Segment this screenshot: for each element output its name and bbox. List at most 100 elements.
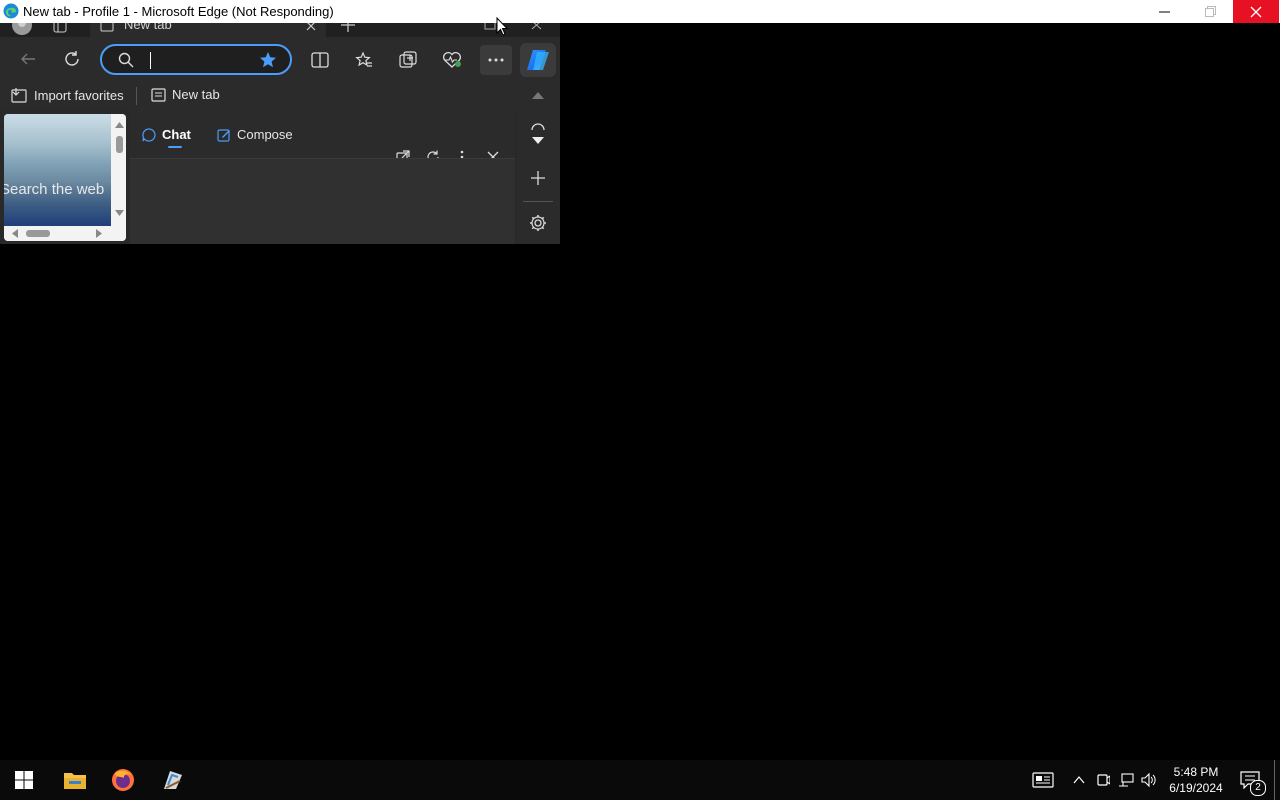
close-window-button[interactable] <box>1233 0 1279 23</box>
collections-button[interactable] <box>393 45 423 75</box>
minimize-icon <box>1158 11 1170 13</box>
tab-new-tab[interactable]: New tab <box>90 23 326 37</box>
close-icon <box>1250 6 1262 17</box>
sidebar-scroll-up-icon[interactable] <box>532 91 544 99</box>
browser-window: New tab Import favorites New tab Search … <box>0 23 560 244</box>
page-icon <box>151 87 166 102</box>
close-icon[interactable] <box>531 23 542 30</box>
sidebar-divider <box>523 201 553 202</box>
app-taskbar-button[interactable] <box>149 760 197 800</box>
file-explorer-taskbar-button[interactable] <box>51 760 99 800</box>
copilot-icon <box>527 50 549 70</box>
heart-pulse-icon <box>442 51 462 68</box>
news-icon <box>1032 772 1054 788</box>
page-content-preview: Search the web <box>4 114 126 241</box>
firefox-taskbar-button[interactable] <box>99 760 147 800</box>
refresh-button[interactable] <box>57 44 87 74</box>
import-favorites-icon <box>11 88 27 103</box>
volume-button[interactable] <box>1140 760 1158 800</box>
restore-icon <box>1204 6 1216 17</box>
scroll-left-icon[interactable] <box>12 229 18 238</box>
chat-icon <box>142 127 156 142</box>
favorites-button[interactable] <box>349 45 379 75</box>
show-hidden-icons-button[interactable] <box>1070 760 1088 800</box>
tab-label: New tab <box>124 23 172 32</box>
pane-header: Chat Compose <box>130 109 515 164</box>
meet-now-icon <box>1097 774 1110 786</box>
compose-tab-label: Compose <box>237 127 293 142</box>
import-favorites-link[interactable]: Import favorites <box>11 87 124 103</box>
network-icon <box>1119 773 1134 787</box>
search-the-web-text[interactable]: Search the web <box>4 181 104 198</box>
scroll-right-icon[interactable] <box>96 229 102 238</box>
sidebar-scroll-down-icon[interactable] <box>532 137 544 145</box>
chat-tab-indicator <box>168 146 182 148</box>
add-sidebar-app-icon[interactable] <box>530 170 546 186</box>
scroll-up-icon[interactable] <box>115 122 124 128</box>
app-icon <box>164 771 182 789</box>
favorite-star-icon[interactable] <box>259 51 277 69</box>
back-button[interactable] <box>13 44 43 74</box>
minimize-button[interactable] <box>1141 0 1187 23</box>
horizontal-scrollbar[interactable] <box>4 226 126 241</box>
split-screen-icon <box>311 52 329 68</box>
tab-actions-icon[interactable] <box>53 23 67 33</box>
background-image <box>4 114 111 226</box>
speaker-icon <box>1141 773 1156 787</box>
meet-now-button[interactable] <box>1094 760 1112 800</box>
tab-page-icon <box>100 23 114 32</box>
tab-strip: New tab <box>0 23 560 37</box>
edge-sidebar <box>517 81 560 244</box>
network-button[interactable] <box>1117 760 1135 800</box>
favorites-bar: Import favorites New tab <box>0 81 520 109</box>
pane-content <box>130 158 515 244</box>
edge-logo-icon <box>3 3 19 19</box>
start-button[interactable] <box>0 760 48 800</box>
tab-compose[interactable]: Compose <box>217 127 293 142</box>
sidebar-settings-gear-icon[interactable] <box>529 214 547 232</box>
browser-essentials-button[interactable] <box>437 45 467 75</box>
scroll-down-icon[interactable] <box>115 210 124 216</box>
clock-time: 5:48 PM <box>1173 765 1219 779</box>
news-and-interests-button[interactable] <box>1030 760 1056 800</box>
collections-icon <box>399 51 417 68</box>
sidebar-partial-icon <box>531 123 545 131</box>
windows-logo-icon <box>15 771 33 789</box>
new-tab-icon[interactable] <box>341 23 355 32</box>
close-tab-icon[interactable] <box>306 23 316 31</box>
profile-avatar-icon[interactable] <box>12 23 32 35</box>
mouse-cursor-icon <box>496 17 508 36</box>
refresh-icon <box>65 51 79 66</box>
back-arrow-icon <box>21 53 35 65</box>
chevron-up-icon <box>1073 776 1085 784</box>
window-title-bar: New tab - Profile 1 - Microsoft Edge (No… <box>0 0 1280 23</box>
scrollbar-thumb[interactable] <box>116 136 123 153</box>
copilot-sidebar-pane: Chat Compose <box>130 109 515 244</box>
vertical-scrollbar[interactable] <box>113 114 126 226</box>
action-center-button[interactable]: 2 <box>1236 760 1266 800</box>
taskbar-clock[interactable]: 5:48 PM 6/19/2024 <box>1160 764 1232 796</box>
favorites-divider <box>136 87 137 105</box>
maximize-icon[interactable] <box>484 23 496 30</box>
copilot-button[interactable] <box>520 43 556 77</box>
favorite-new-tab-link[interactable]: New tab <box>151 87 220 102</box>
new-tab-favorite-label: New tab <box>172 87 220 102</box>
tab-chat[interactable]: Chat <box>142 127 191 142</box>
hscrollbar-thumb[interactable] <box>26 230 50 237</box>
address-bar[interactable] <box>100 44 292 75</box>
compose-icon <box>217 128 230 142</box>
chat-tab-label: Chat <box>162 127 191 142</box>
show-desktop-button[interactable] <box>1274 760 1275 800</box>
more-horizontal-icon <box>488 58 504 62</box>
windows-taskbar: 5:48 PM 6/19/2024 2 <box>0 760 1280 800</box>
firefox-icon <box>112 769 134 791</box>
notification-count-badge: 2 <box>1250 780 1266 796</box>
split-screen-button[interactable] <box>305 45 335 75</box>
favorites-icon <box>355 51 372 67</box>
import-favorites-label: Import favorites <box>34 87 124 103</box>
restore-button[interactable] <box>1187 0 1233 23</box>
settings-and-more-button[interactable] <box>480 45 512 75</box>
window-title: New tab - Profile 1 - Microsoft Edge (No… <box>23 4 334 19</box>
folder-icon <box>64 773 86 789</box>
text-caret <box>150 52 151 69</box>
